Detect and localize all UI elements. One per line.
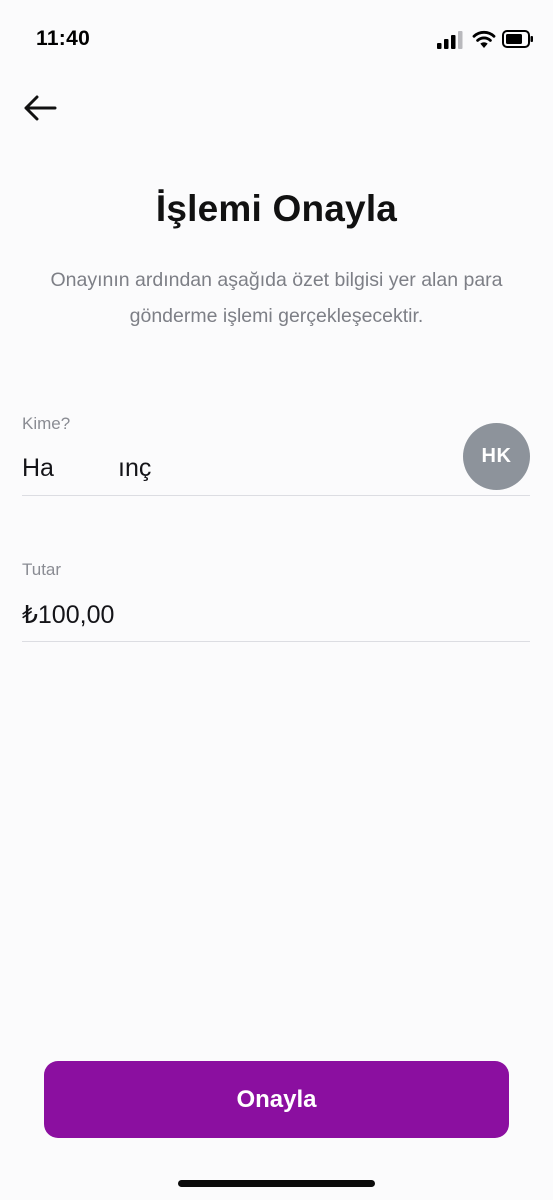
amount-field: Tutar ₺100,00 — [22, 556, 530, 642]
confirm-button[interactable]: Onayla — [44, 1061, 509, 1138]
status-bar: 11:40 — [0, 0, 553, 80]
recipient-name-surname: ınç — [118, 454, 152, 482]
page-title: İşlemi Onayla — [155, 188, 398, 229]
status-time: 11:40 — [36, 27, 91, 50]
avatar: HK — [463, 423, 530, 490]
back-button[interactable] — [18, 86, 62, 130]
cellular-signal-icon — [437, 31, 463, 49]
arrow-left-icon — [24, 95, 57, 121]
confirm-transaction-screen: 11:40 İşlemi Onayla Onayının ardından aş… — [0, 0, 553, 1200]
amount-label: Tutar — [22, 560, 62, 579]
home-indicator — [178, 1180, 375, 1187]
recipient-name: Ha — [22, 454, 54, 482]
page-subtitle: Onayının ardından aşağıda özet bilgisi y… — [50, 269, 503, 327]
wifi-icon — [472, 30, 496, 48]
recipient-field: Kime? Ha ınç HK — [22, 410, 530, 496]
amount-value: ₺100,00 — [22, 601, 115, 629]
recipient-label: Kime? — [22, 414, 71, 433]
battery-icon — [502, 30, 533, 48]
